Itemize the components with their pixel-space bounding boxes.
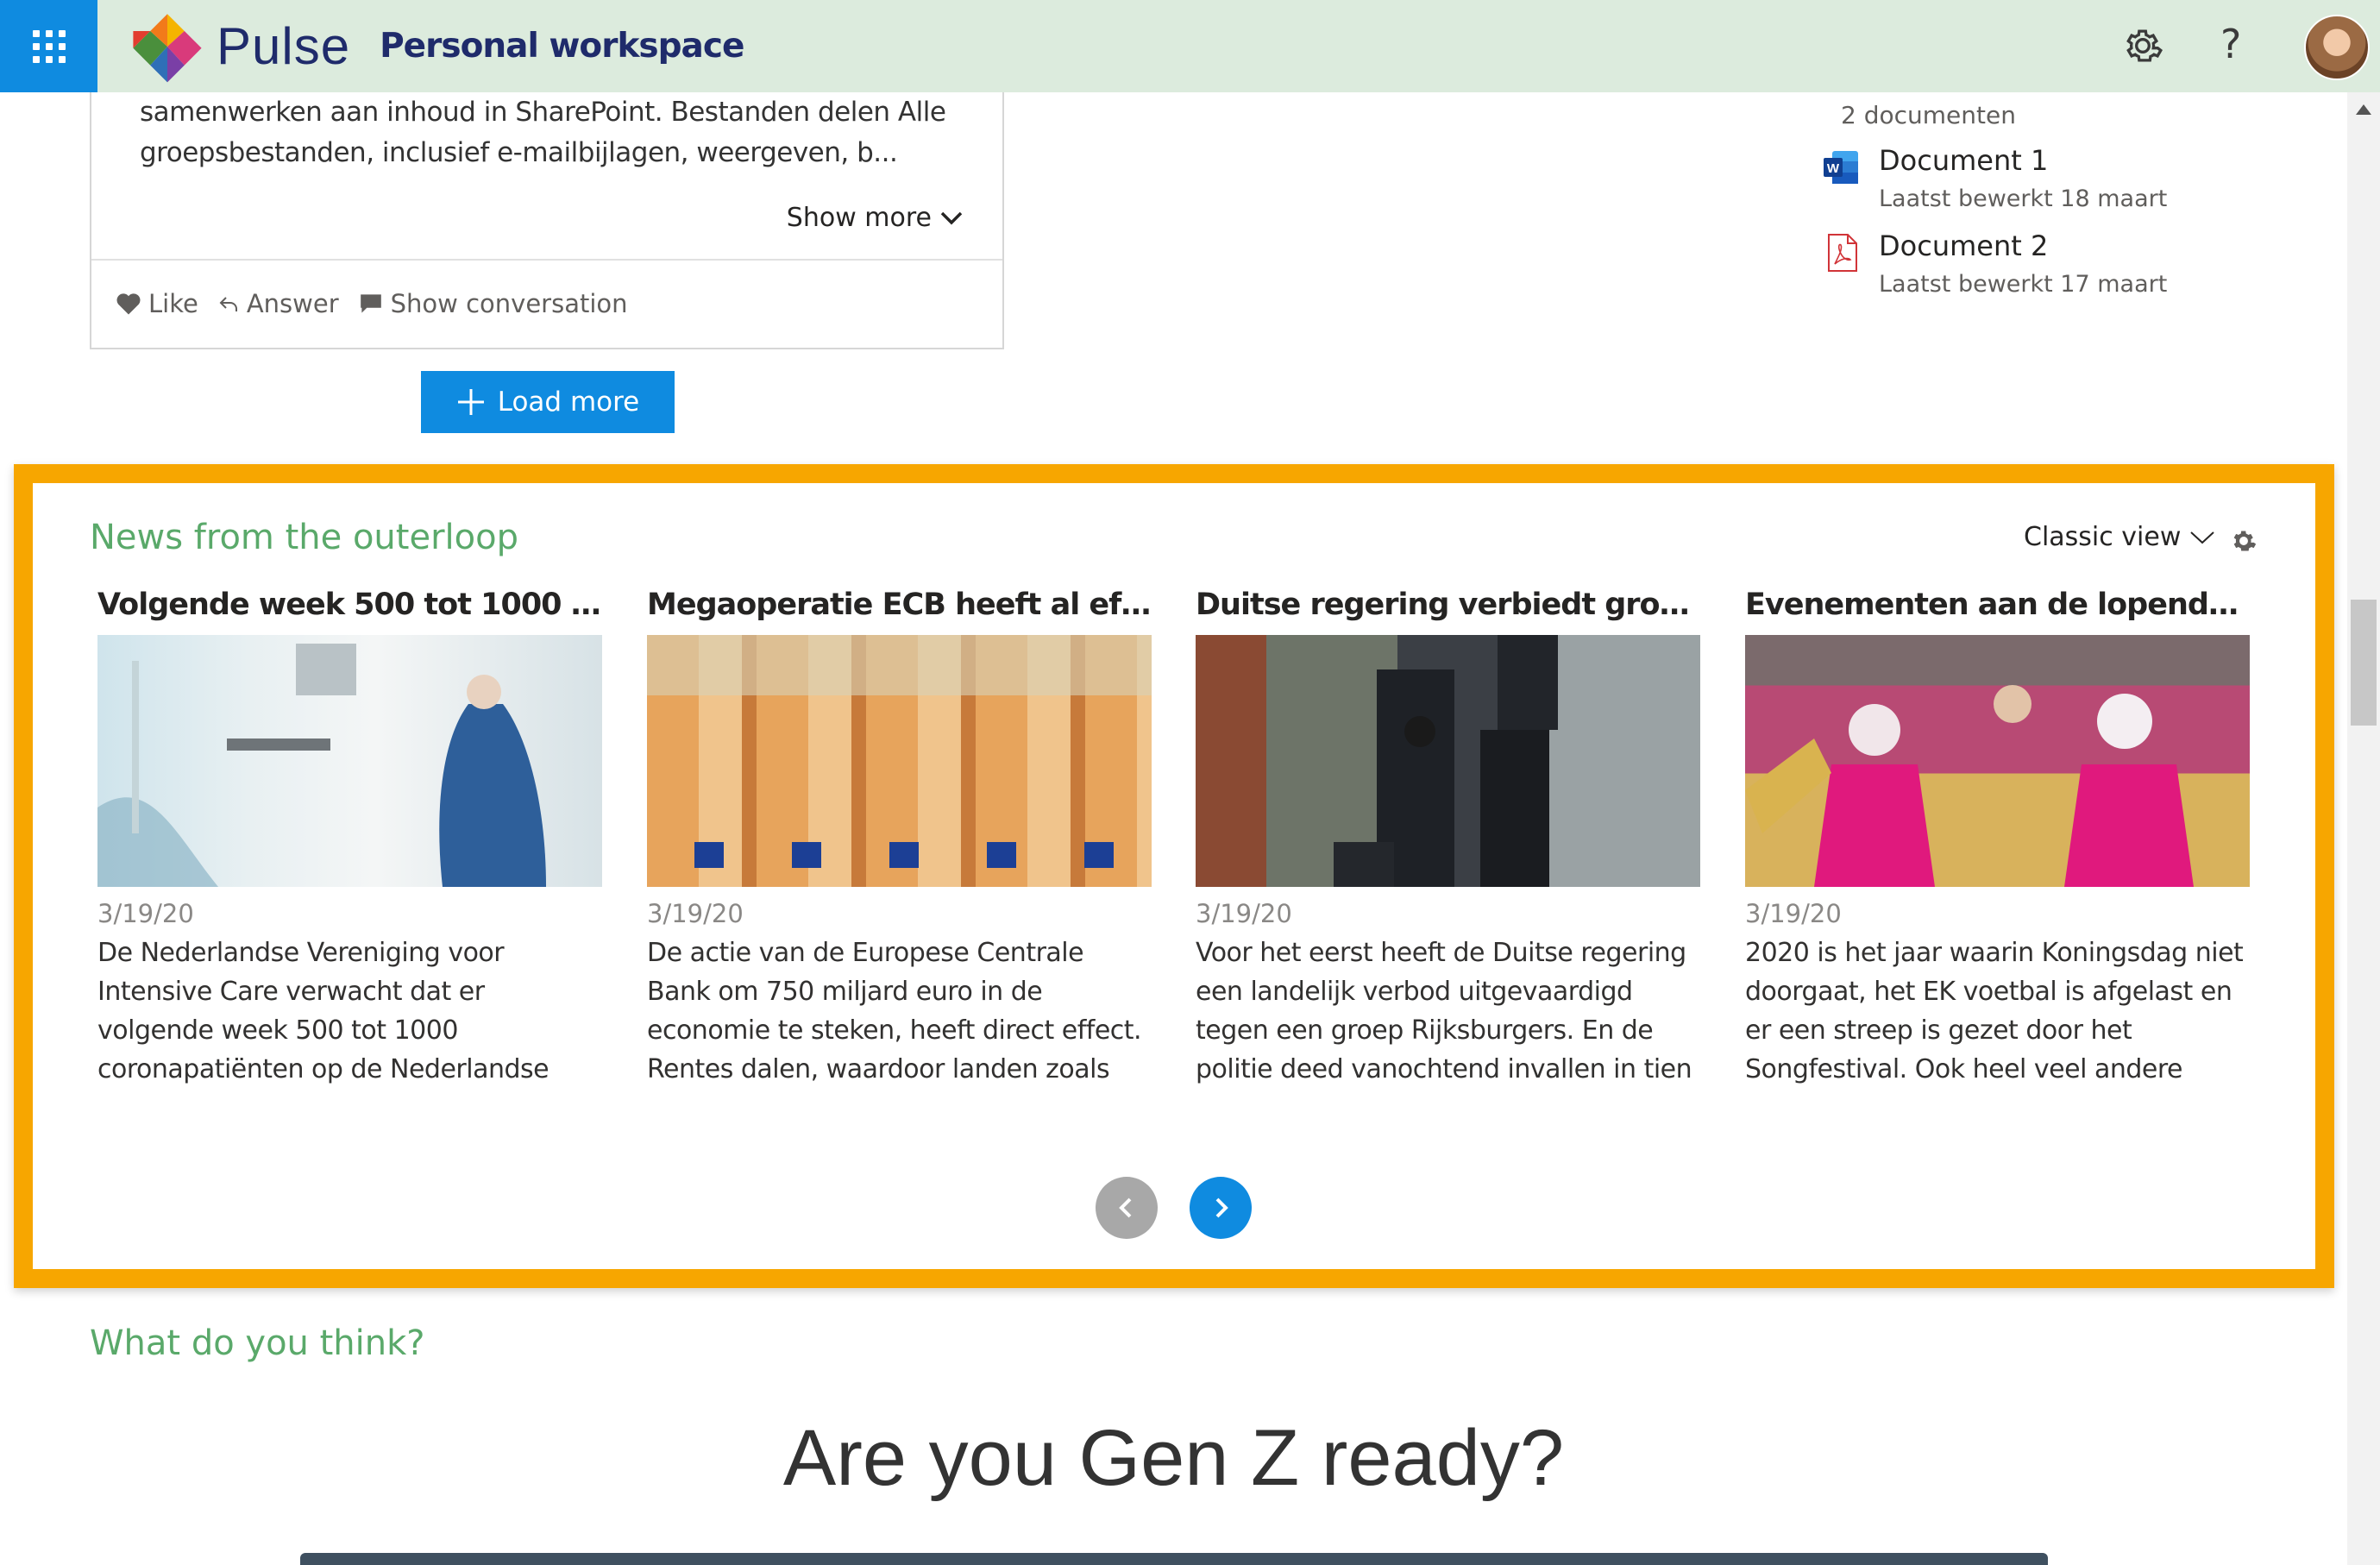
news-card-date: 3/19/20 <box>1745 899 1842 928</box>
app-name: Pulse <box>217 17 351 75</box>
post-body: samenwerken aan inhoud in SharePoint. Be… <box>140 97 946 168</box>
news-card[interactable]: Volgende week 500 tot 1000 coronapatiënt… <box>97 585 602 1089</box>
feedback-section-title: What do you think? <box>90 1323 425 1363</box>
news-card[interactable]: Evenementen aan de lopende band afgelast… <box>1745 585 2250 1089</box>
news-card-summary: 2020 is het jaar waarin Koningsdag niet … <box>1745 938 2244 1084</box>
plus-icon <box>457 389 484 415</box>
user-avatar[interactable] <box>2304 15 2370 80</box>
news-card-image[interactable] <box>97 635 602 887</box>
document-meta: Laatst bewerkt 18 maart <box>1879 185 2168 212</box>
news-card-title[interactable]: Volgende week 500 tot 1000 coronapatiënt… <box>97 585 602 625</box>
show-more-button[interactable]: Show more <box>787 203 963 233</box>
reply-icon <box>219 297 237 311</box>
like-label: Like <box>148 289 198 318</box>
show-conversation-button[interactable]: Show conversation <box>358 289 628 318</box>
settings-gear-icon[interactable] <box>2121 24 2164 67</box>
show-more-label: Show more <box>786 203 932 233</box>
carousel-previous-button[interactable] <box>1096 1177 1158 1239</box>
news-card-summary: De actie van de Europese Centrale Bank o… <box>647 938 1142 1084</box>
post-actions: Like Answer Show conversation <box>116 289 628 318</box>
svg-text:W: W <box>1827 161 1840 176</box>
document-name[interactable]: Document 1 <box>1879 144 2048 177</box>
news-card-title[interactable]: Megaoperatie ECB heeft al effect: rentes… <box>647 585 1152 625</box>
load-more-button[interactable]: Load more <box>421 371 675 433</box>
news-section-title: News from the outerloop <box>90 518 518 557</box>
page-scrollbar[interactable] <box>2347 92 2380 1565</box>
pdf-file-icon <box>1828 234 1857 272</box>
news-card-image[interactable] <box>1745 635 2250 887</box>
word-file-icon: W <box>1824 151 1858 184</box>
carousel-next-button[interactable] <box>1190 1177 1252 1239</box>
pulse-logo <box>133 13 202 82</box>
heart-icon <box>116 293 141 315</box>
chevron-down-icon <box>2190 531 2215 544</box>
feedback-image <box>300 1553 2048 1565</box>
view-selector-dropdown[interactable]: Classic view <box>2024 522 2215 552</box>
document-name[interactable]: Document 2 <box>1879 229 2048 262</box>
news-card-date: 3/19/20 <box>647 899 744 928</box>
post-divider <box>91 259 1002 261</box>
news-card-image[interactable] <box>1196 635 1700 887</box>
news-card-title[interactable]: Evenementen aan de lopende band afgelast <box>1745 585 2250 625</box>
app-launcher-button[interactable] <box>0 0 97 92</box>
help-icon[interactable]: ? <box>2220 21 2241 67</box>
news-card-summary: Voor het eerst heeft de Duitse regering … <box>1196 938 1692 1084</box>
chevron-right-icon <box>1215 1197 1228 1218</box>
scroll-up-arrow-icon[interactable] <box>2356 104 2371 115</box>
answer-label: Answer <box>246 289 339 318</box>
view-selector-label: Classic view <box>2024 522 2182 552</box>
like-button[interactable]: Like <box>116 289 198 318</box>
document-meta: Laatst bewerkt 17 maart <box>1879 271 2168 298</box>
news-card-date: 3/19/20 <box>97 899 194 928</box>
news-card[interactable]: Duitse regering verbiedt groep Rijksburg… <box>1196 585 1700 1089</box>
news-card[interactable]: Megaoperatie ECB heeft al effect: rentes… <box>647 585 1152 1089</box>
document-count: 2 documenten <box>1841 101 2016 129</box>
chevron-left-icon <box>1119 1197 1132 1218</box>
workspace-title[interactable]: Personal workspace <box>380 27 744 66</box>
news-card-image[interactable] <box>647 635 1152 887</box>
scrollbar-thumb[interactable] <box>2351 600 2377 726</box>
news-card-title[interactable]: Duitse regering verbiedt groep Rijksburg… <box>1196 585 1700 625</box>
waffle-icon <box>32 29 66 63</box>
news-card-date: 3/19/20 <box>1196 899 1292 928</box>
show-conversation-label: Show conversation <box>390 289 628 318</box>
chat-bubble-icon <box>360 294 381 313</box>
document-item[interactable]: W Document 1 Laatst bewerkt 18 maart <box>1818 142 2336 220</box>
document-item[interactable]: Document 2 Laatst bewerkt 17 maart <box>1818 228 2336 305</box>
top-bar: Pulse Personal workspace <box>0 0 2380 92</box>
chevron-down-icon <box>940 211 963 224</box>
conversation-post-card: samenwerken aan inhoud in SharePoint. Be… <box>90 92 1004 349</box>
news-settings-gear-icon[interactable] <box>2229 526 2258 556</box>
answer-button[interactable]: Answer <box>217 289 339 318</box>
feedback-headline: Are you Gen Z ready? <box>782 1414 1565 1502</box>
news-card-summary: De Nederlandse Vereniging voor Intensive… <box>97 938 549 1084</box>
load-more-label: Load more <box>497 387 640 418</box>
